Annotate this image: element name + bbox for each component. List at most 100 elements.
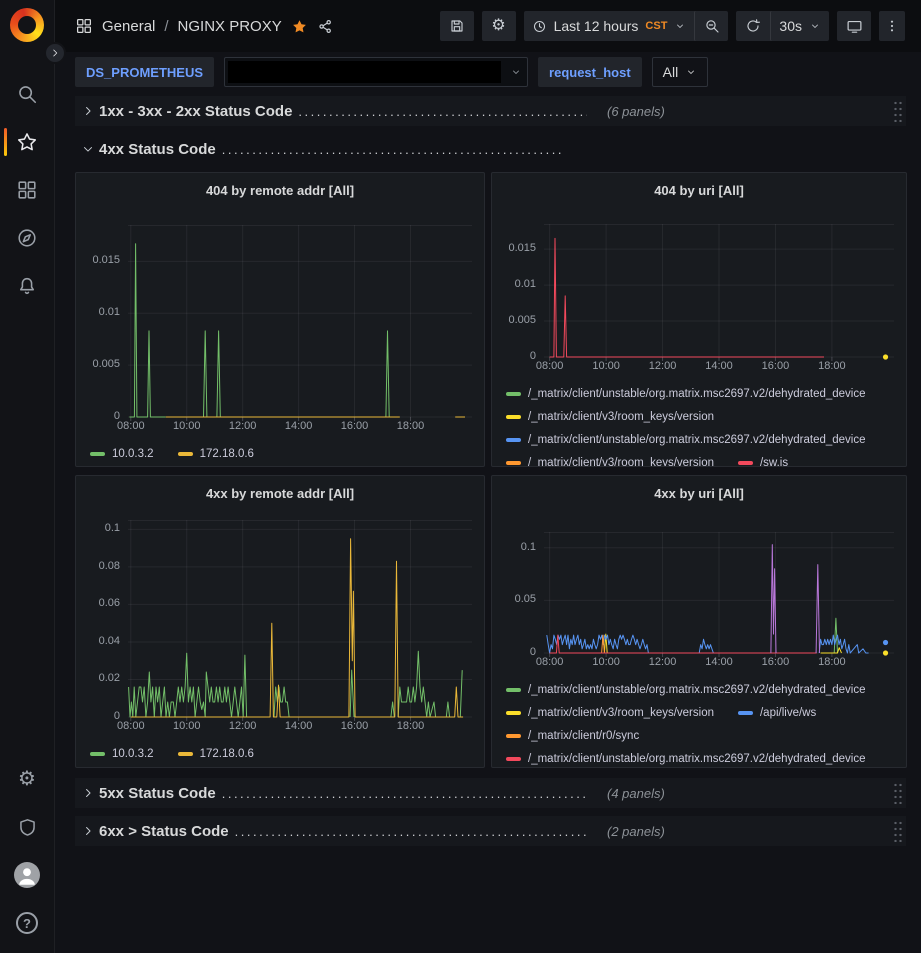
row-6xx[interactable]: 6xx > Status Code.......................… bbox=[75, 816, 906, 846]
legend-item[interactable]: /_matrix/client/unstable/org.matrix.msc2… bbox=[506, 753, 866, 765]
sidebar-item-help[interactable]: ? bbox=[0, 899, 55, 947]
request-host-variable-label[interactable]: request_host bbox=[538, 57, 642, 87]
chevron-right-icon bbox=[81, 786, 95, 800]
legend: 10.0.3.2 172.18.0.6 bbox=[76, 436, 484, 465]
refresh-interval-picker[interactable]: 30s bbox=[770, 11, 829, 41]
breadcrumb: General / NGINX PROXY bbox=[75, 17, 334, 35]
legend-item[interactable]: /_matrix/client/v3/room_keys/version bbox=[506, 411, 714, 423]
kiosk-mode-button[interactable] bbox=[837, 11, 871, 41]
zoom-out-time-button[interactable] bbox=[694, 11, 728, 41]
legend-swatch bbox=[178, 752, 193, 756]
sidebar-item-starred[interactable] bbox=[0, 118, 55, 166]
x-tick-label: 18:00 bbox=[388, 720, 432, 732]
sidebar-item-dashboards[interactable] bbox=[0, 166, 55, 214]
refresh-icon bbox=[745, 18, 761, 34]
search-icon bbox=[16, 83, 38, 105]
help-icon: ? bbox=[16, 912, 38, 934]
sidebar-item-profile[interactable] bbox=[0, 851, 55, 899]
row-drag-handle[interactable] bbox=[893, 100, 902, 122]
x-tick-label: 12:00 bbox=[221, 720, 265, 732]
sidebar: ⚙ ? bbox=[0, 0, 55, 953]
favorite-star-icon[interactable] bbox=[291, 18, 308, 35]
sidebar-expand-button[interactable] bbox=[44, 42, 66, 64]
row-panel-count: (6 panels) bbox=[607, 104, 665, 119]
legend-item[interactable]: /api/live/ws bbox=[738, 707, 816, 719]
timeseries-chart: 00.0050.010.015 08:0010:0012:0014:0016:0… bbox=[492, 224, 906, 376]
legend-swatch bbox=[506, 438, 521, 442]
x-tick-label: 16:00 bbox=[753, 656, 797, 668]
sidebar-item-server-admin[interactable] bbox=[0, 803, 55, 851]
save-dashboard-button[interactable] bbox=[440, 11, 474, 41]
legend-item[interactable]: /_matrix/client/unstable/org.matrix.msc2… bbox=[506, 434, 866, 446]
row-5xx[interactable]: 5xx Status Code.........................… bbox=[75, 778, 906, 808]
refresh-button[interactable] bbox=[736, 11, 770, 41]
dashboard-settings-button[interactable]: ⚙ bbox=[482, 11, 516, 41]
panel-title[interactable]: 4xx by remote addr [All] bbox=[76, 480, 484, 506]
panel-title[interactable]: 404 by remote addr [All] bbox=[76, 177, 484, 203]
more-options-button[interactable] bbox=[879, 11, 905, 41]
compass-icon bbox=[16, 227, 38, 249]
panel-title[interactable]: 4xx by uri [All] bbox=[492, 480, 906, 506]
panel-4xx-by-remote-addr: 4xx by remote addr [All] 00.020.040.060.… bbox=[75, 475, 485, 768]
row-drag-handle[interactable] bbox=[893, 820, 902, 842]
legend-item[interactable]: 172.18.0.6 bbox=[178, 448, 254, 460]
timeseries-chart: 00.0050.010.015 08:0010:0012:0014:0016:0… bbox=[76, 225, 484, 436]
row-1xx-3xx-2xx[interactable]: 1xx - 3xx - 2xx Status Code.............… bbox=[75, 96, 906, 126]
legend-swatch bbox=[506, 461, 521, 465]
legend-item[interactable]: /_matrix/client/unstable/org.matrix.msc2… bbox=[506, 684, 866, 696]
legend-item[interactable]: 172.18.0.6 bbox=[178, 748, 254, 760]
time-range-picker[interactable]: Last 12 hours CST bbox=[524, 11, 695, 41]
y-tick-label: 0.06 bbox=[99, 597, 120, 609]
row-panel-count: (2 panels) bbox=[607, 824, 665, 839]
x-axis: 08:0010:0012:0014:0016:0018:00 bbox=[128, 420, 472, 436]
legend-item[interactable]: /_matrix/client/v3/room_keys/version bbox=[506, 457, 714, 467]
x-tick-label: 16:00 bbox=[333, 420, 377, 432]
main-area: General / NGINX PROXY ⚙ Last 12 hours bbox=[55, 0, 921, 953]
y-tick-label: 0.005 bbox=[92, 358, 120, 370]
share-icon[interactable] bbox=[317, 18, 334, 35]
x-tick-label: 18:00 bbox=[388, 420, 432, 432]
panel-title[interactable]: 404 by uri [All] bbox=[492, 177, 906, 203]
legend-item[interactable]: 10.0.3.2 bbox=[90, 448, 154, 460]
page-title[interactable]: NGINX PROXY bbox=[178, 18, 282, 35]
y-axis: 00.020.040.060.080.1 bbox=[76, 520, 120, 717]
sidebar-item-search[interactable] bbox=[0, 70, 55, 118]
x-axis: 08:0010:0012:0014:0016:0018:00 bbox=[544, 656, 894, 672]
legend-swatch bbox=[506, 392, 521, 396]
x-tick-label: 10:00 bbox=[584, 656, 628, 668]
x-tick-label: 14:00 bbox=[697, 360, 741, 372]
y-tick-label: 0.01 bbox=[515, 278, 536, 290]
legend-item[interactable]: 10.0.3.2 bbox=[90, 748, 154, 760]
legend-item[interactable]: /_matrix/client/unstable/org.matrix.msc2… bbox=[506, 388, 866, 400]
datasource-variable-select[interactable] bbox=[224, 57, 528, 87]
legend-item[interactable]: /_matrix/client/v3/room_keys/version bbox=[506, 707, 714, 719]
legend-swatch bbox=[506, 688, 521, 692]
breadcrumb-section[interactable]: General bbox=[102, 18, 155, 35]
legend-item[interactable]: /sw.js bbox=[738, 457, 788, 467]
grafana-logo[interactable] bbox=[10, 8, 44, 42]
request-host-value: All bbox=[663, 64, 679, 80]
row-panel-count: (4 panels) bbox=[607, 786, 665, 801]
x-tick-label: 08:00 bbox=[528, 360, 572, 372]
plot-area bbox=[544, 224, 894, 357]
row-title: 5xx Status Code bbox=[99, 785, 216, 802]
request-host-variable-select[interactable]: All bbox=[652, 57, 709, 87]
datasource-variable-label[interactable]: DS_PROMETHEUS bbox=[75, 57, 214, 87]
panel-4xx-by-uri: 4xx by uri [All] 00.050.1 08:0010:0012:0… bbox=[491, 475, 907, 768]
legend-item[interactable]: /_matrix/client/r0/sync bbox=[506, 730, 639, 742]
chevron-right-icon bbox=[81, 824, 95, 838]
x-tick-label: 10:00 bbox=[165, 720, 209, 732]
legend-swatch bbox=[738, 711, 753, 715]
row-drag-handle[interactable] bbox=[893, 782, 902, 804]
sidebar-item-alerting[interactable] bbox=[0, 262, 55, 310]
row-4xx[interactable]: 4xx Status Code.........................… bbox=[75, 134, 906, 164]
dotted-leader: ........................................… bbox=[222, 142, 563, 157]
legend-swatch bbox=[178, 452, 193, 456]
panel-404-by-uri: 404 by uri [All] 00.0050.010.015 08:0010… bbox=[491, 172, 907, 467]
toolbar: ⚙ Last 12 hours CST bbox=[440, 11, 905, 41]
sidebar-item-explore[interactable] bbox=[0, 214, 55, 262]
sidebar-item-configuration[interactable]: ⚙ bbox=[0, 755, 55, 803]
x-tick-label: 14:00 bbox=[697, 656, 741, 668]
dashboard-grid-icon bbox=[75, 17, 93, 35]
sidebar-nav-top bbox=[0, 70, 54, 310]
